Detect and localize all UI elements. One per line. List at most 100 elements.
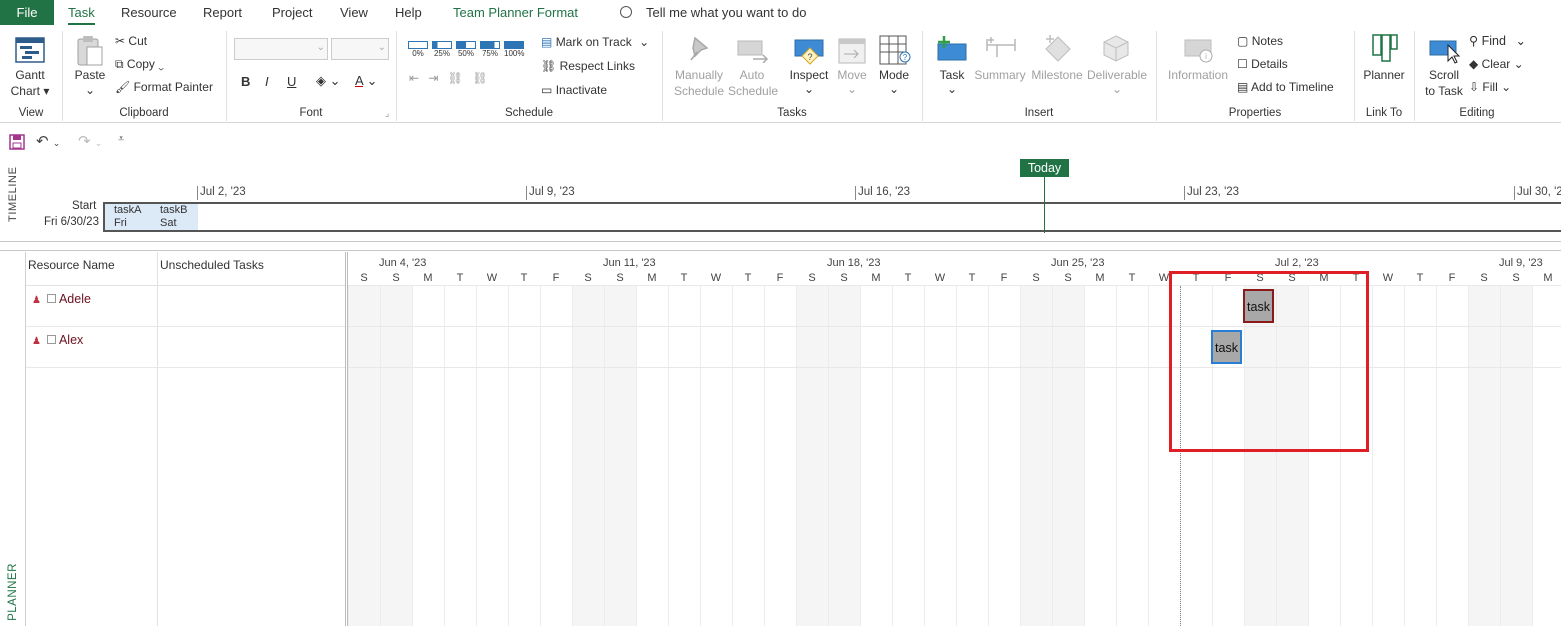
tab-resource[interactable]: Resource <box>121 0 177 25</box>
copy-button[interactable]: ⧉ Copy ⌄ <box>115 57 164 72</box>
search-icon: ⚲ <box>1469 34 1479 48</box>
day-column <box>1084 286 1116 626</box>
move-label: Move <box>837 68 867 82</box>
group-editing-label: Editing <box>1459 107 1495 119</box>
timeline-task-name: taskA <box>114 204 142 216</box>
resource-name-header[interactable]: Resource Name <box>28 258 115 272</box>
timeline-start-date: Fri 6/30/23 <box>44 216 99 228</box>
respect-links-button[interactable]: ⛓ Respect Links <box>541 59 635 74</box>
day-label: T <box>1416 272 1424 284</box>
day-column <box>1372 286 1404 626</box>
day-label: M <box>871 272 881 284</box>
tell-me-text: Tell me what you want to do <box>646 5 807 20</box>
day-label: M <box>423 272 433 284</box>
milestone-label: Milestone <box>1031 68 1083 82</box>
day-label: T <box>1128 272 1136 284</box>
header-divider <box>26 285 346 286</box>
percent-complete-button[interactable]: 25% <box>432 41 452 58</box>
tab-task[interactable]: Task <box>68 0 95 25</box>
indent-buttons[interactable]: ⇤ ⇥ ⛓ ⛓ <box>409 71 491 86</box>
timeline-task[interactable]: taskB Sat <box>151 204 198 230</box>
summary-icon <box>986 37 1016 57</box>
planner-grid[interactable]: S S M T W T F S S M T W T F S S M T W T F S S M T W T F S S M T W T F S S M Ju… <box>348 252 1561 626</box>
day-column <box>1468 286 1500 626</box>
auto-label-2: Schedule <box>728 84 779 98</box>
font-name-select[interactable]: ⌄ <box>234 38 328 60</box>
scroll-label-2: to Task <box>1425 84 1463 98</box>
resource-checkbox[interactable] <box>46 335 56 344</box>
percent-label: 0% <box>412 49 424 58</box>
link-icon: ⛓ <box>541 59 557 73</box>
fill-color-button[interactable]: ◈ ⌄ <box>316 73 341 88</box>
tab-project[interactable]: Project <box>272 0 312 25</box>
day-label: T <box>520 272 528 284</box>
clear-button[interactable]: ◆ Clear ⌄ <box>1469 57 1524 72</box>
deliverable-icon <box>1103 35 1129 62</box>
scroll-to-task-icon <box>1429 40 1461 64</box>
save-icon[interactable] <box>9 134 25 150</box>
resource-checkbox[interactable] <box>46 294 56 303</box>
mark-on-track-button[interactable]: ▤ Mark on Track ⌄ <box>541 35 649 50</box>
percent-label: 75% <box>481 49 498 58</box>
underline-button[interactable]: U <box>287 74 296 89</box>
percent-complete-button[interactable]: 100% <box>504 41 524 58</box>
undo-icon[interactable]: ↶ ⌄ <box>36 132 60 150</box>
day-column <box>476 286 508 626</box>
add-to-timeline-button[interactable]: ▤ Add to Timeline <box>1237 80 1334 95</box>
tab-report[interactable]: Report <box>203 0 242 25</box>
summary-label: Summary <box>974 68 1026 82</box>
font-color-button[interactable]: A ⌄ <box>355 73 377 88</box>
ribbon: Gantt Chart ▾ View Paste ⌄ ✂ Cut ⧉ Copy … <box>0 25 1561 123</box>
timeline-vertical-label: TIMELINE <box>7 166 19 222</box>
italic-button[interactable]: I <box>265 74 269 89</box>
cut-button[interactable]: ✂ Cut <box>115 34 147 49</box>
percent-complete-button[interactable]: 50% <box>456 41 476 58</box>
group-clipboard-label: Clipboard <box>119 107 169 119</box>
tab-view[interactable]: View <box>340 0 368 25</box>
tab-file[interactable]: File <box>0 0 54 25</box>
group-link-to-label: Link To <box>1365 107 1403 119</box>
day-column <box>956 286 988 626</box>
percent-complete-button[interactable]: 75% <box>480 41 500 58</box>
percent-label: 50% <box>457 49 474 58</box>
tab-team-planner-format[interactable]: Team Planner Format <box>453 0 578 25</box>
day-label: T <box>744 272 752 284</box>
week-label: Jul 2, '23 <box>1275 257 1319 269</box>
week-label: Jun 18, '23 <box>827 257 881 269</box>
timeline-task[interactable]: taskA Fri <box>105 204 152 230</box>
timeline-date: Jul 16, '23 <box>855 186 910 200</box>
week-label: Jun 25, '23 <box>1051 257 1105 269</box>
svg-text:?: ? <box>807 52 812 62</box>
unscheduled-tasks-header[interactable]: Unscheduled Tasks <box>160 258 264 272</box>
day-column <box>636 286 668 626</box>
dialog-launcher-icon[interactable]: ⌟ <box>385 108 389 119</box>
day-label: S <box>1064 272 1072 284</box>
timeline-task-day: Sat <box>160 217 177 229</box>
resource-row[interactable]: ♟ Alex <box>32 333 83 347</box>
tab-help[interactable]: Help <box>395 0 422 25</box>
format-painter-button[interactable]: 🖌 Format Painter <box>115 80 213 95</box>
tell-me-search[interactable]: Tell me what you want to do <box>620 0 806 25</box>
day-label: T <box>904 272 912 284</box>
timeline-bar[interactable]: taskA Fri taskB Sat <box>103 202 1561 232</box>
day-label: S <box>1480 272 1488 284</box>
inactivate-button[interactable]: ▭ Inactivate <box>541 83 607 98</box>
percent-complete-button[interactable]: 0% <box>408 41 428 58</box>
day-column <box>732 286 764 626</box>
day-label: S <box>616 272 624 284</box>
find-button[interactable]: ⚲ Find ⌄ <box>1469 34 1526 49</box>
day-label: M <box>1543 272 1553 284</box>
font-size-select[interactable]: ⌄ <box>331 38 389 60</box>
redo-icon[interactable]: ↷ ⌄ <box>78 132 102 150</box>
resource-row[interactable]: ♟ Adele <box>32 292 91 306</box>
customize-qat-icon[interactable]: ⩡ <box>118 133 124 146</box>
details-button[interactable]: ☐ Details <box>1237 57 1288 72</box>
day-label: T <box>456 272 464 284</box>
notes-button[interactable]: ▢ Notes <box>1237 34 1283 49</box>
insert-task-icon <box>937 36 967 61</box>
search-icon <box>620 6 632 18</box>
bold-button[interactable]: B <box>241 74 250 89</box>
day-label: T <box>680 272 688 284</box>
fill-button[interactable]: ⇩ Fill ⌄ <box>1469 80 1511 95</box>
row-divider <box>348 326 1561 327</box>
